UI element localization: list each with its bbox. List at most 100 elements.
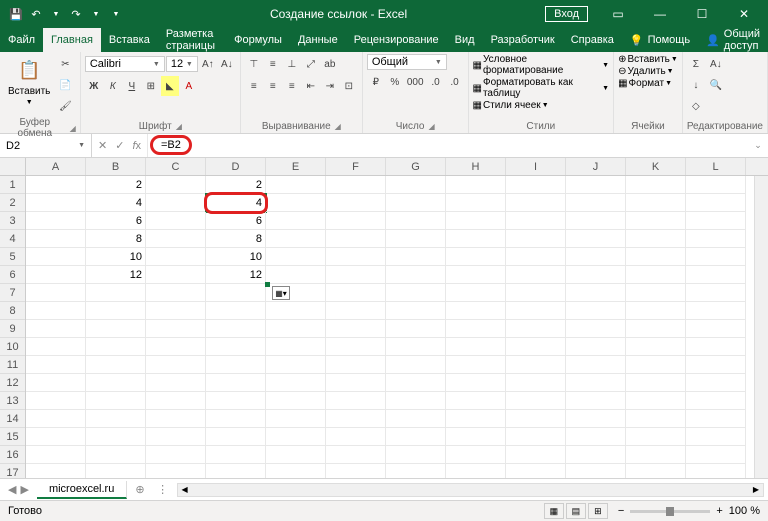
cell[interactable]	[506, 392, 566, 410]
cell[interactable]	[26, 356, 86, 374]
tab-layout[interactable]: Разметка страницы	[158, 28, 226, 52]
paste-button[interactable]: 📋 Вставить ▼	[4, 54, 54, 108]
format-cells-button[interactable]: ▦Формат▼	[618, 78, 672, 89]
cell[interactable]: 12	[206, 266, 266, 284]
cell[interactable]	[146, 410, 206, 428]
cell[interactable]	[86, 284, 146, 302]
cell[interactable]	[566, 446, 626, 464]
cell[interactable]	[146, 320, 206, 338]
cell[interactable]	[686, 302, 746, 320]
cell[interactable]	[626, 194, 686, 212]
cell[interactable]	[26, 374, 86, 392]
cell[interactable]	[686, 284, 746, 302]
cell[interactable]	[326, 176, 386, 194]
add-sheet-button[interactable]: ⊕	[127, 483, 152, 496]
cell[interactable]	[266, 392, 326, 410]
cell[interactable]	[386, 356, 446, 374]
cell[interactable]	[446, 410, 506, 428]
align-middle-button[interactable]: ≡	[264, 54, 282, 74]
cell[interactable]	[446, 374, 506, 392]
column-header[interactable]: D	[206, 158, 266, 175]
tab-file[interactable]: Файл	[0, 28, 43, 52]
tab-home[interactable]: Главная	[43, 28, 101, 52]
cell[interactable]	[26, 392, 86, 410]
cell[interactable]	[686, 446, 746, 464]
cell[interactable]	[206, 464, 266, 478]
cell[interactable]	[146, 338, 206, 356]
cell[interactable]	[266, 338, 326, 356]
cell[interactable]	[626, 392, 686, 410]
row-header[interactable]: 16	[0, 446, 25, 464]
cell[interactable]	[206, 446, 266, 464]
cell[interactable]	[206, 320, 266, 338]
row-header[interactable]: 4	[0, 230, 25, 248]
cell[interactable]	[326, 194, 386, 212]
name-box[interactable]: D2▼	[0, 134, 92, 157]
cell[interactable]	[86, 374, 146, 392]
merge-button[interactable]: ⊡	[340, 76, 358, 96]
cell[interactable]	[266, 194, 326, 212]
cell[interactable]	[506, 176, 566, 194]
row-header[interactable]: 11	[0, 356, 25, 374]
column-headers[interactable]: ABCDEFGHIJKL	[26, 158, 768, 176]
cell[interactable]	[686, 212, 746, 230]
cell[interactable]	[206, 356, 266, 374]
cell[interactable]	[386, 320, 446, 338]
cell[interactable]	[566, 284, 626, 302]
cell[interactable]	[506, 356, 566, 374]
row-header[interactable]: 5	[0, 248, 25, 266]
cell[interactable]	[686, 248, 746, 266]
cell[interactable]	[686, 464, 746, 478]
cell[interactable]: 4	[206, 194, 266, 212]
cell[interactable]	[566, 428, 626, 446]
row-header[interactable]: 7	[0, 284, 25, 302]
row-header[interactable]: 13	[0, 392, 25, 410]
cell[interactable]: 8	[206, 230, 266, 248]
cell[interactable]	[446, 356, 506, 374]
cell[interactable]	[566, 392, 626, 410]
cell[interactable]	[326, 248, 386, 266]
tab-help[interactable]: Справка	[563, 28, 622, 52]
underline-button[interactable]: Ч	[123, 76, 141, 96]
row-header[interactable]: 10	[0, 338, 25, 356]
tab-view[interactable]: Вид	[447, 28, 483, 52]
cell[interactable]	[326, 320, 386, 338]
zoom-out-button[interactable]: −	[618, 505, 624, 517]
cell[interactable]	[26, 428, 86, 446]
cell[interactable]	[26, 230, 86, 248]
row-header[interactable]: 6	[0, 266, 25, 284]
cell[interactable]	[86, 410, 146, 428]
cell[interactable]	[266, 266, 326, 284]
fx-icon[interactable]: fx	[132, 140, 141, 152]
cell[interactable]	[266, 248, 326, 266]
row-header[interactable]: 2	[0, 194, 25, 212]
increase-decimal-button[interactable]: .0	[427, 72, 445, 92]
zoom-in-button[interactable]: +	[716, 505, 722, 517]
formula-input[interactable]: =B2	[148, 134, 748, 157]
cell[interactable]	[326, 266, 386, 284]
zoom-level[interactable]: 100 %	[729, 505, 760, 517]
wrap-text-button[interactable]: ab	[321, 54, 339, 74]
column-header[interactable]: E	[266, 158, 326, 175]
row-header[interactable]: 8	[0, 302, 25, 320]
cell[interactable]: 6	[86, 212, 146, 230]
align-center-button[interactable]: ≡	[264, 76, 282, 96]
increase-indent-button[interactable]: ⇥	[321, 76, 339, 96]
column-header[interactable]: B	[86, 158, 146, 175]
cell[interactable]	[446, 212, 506, 230]
cell[interactable]	[26, 338, 86, 356]
currency-button[interactable]: ₽	[367, 72, 385, 92]
cell[interactable]	[566, 302, 626, 320]
cell[interactable]	[206, 338, 266, 356]
cell[interactable]	[266, 428, 326, 446]
cell[interactable]	[146, 374, 206, 392]
tab-data[interactable]: Данные	[290, 28, 346, 52]
column-header[interactable]: G	[386, 158, 446, 175]
tab-review[interactable]: Рецензирование	[346, 28, 447, 52]
cell[interactable]	[446, 446, 506, 464]
save-icon[interactable]: 💾	[8, 6, 24, 22]
cell[interactable]	[26, 302, 86, 320]
column-header[interactable]: F	[326, 158, 386, 175]
cell[interactable]	[326, 356, 386, 374]
autosum-button[interactable]: Σ	[687, 54, 705, 74]
